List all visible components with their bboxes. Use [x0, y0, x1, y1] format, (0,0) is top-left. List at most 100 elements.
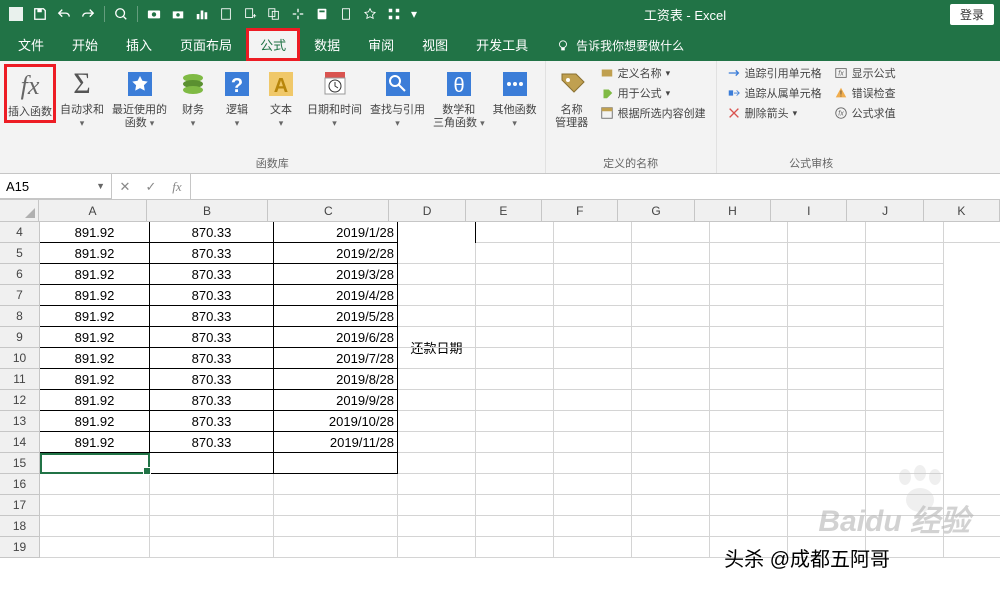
cell[interactable] — [632, 474, 710, 495]
row-header[interactable]: 13 — [0, 411, 40, 432]
cell[interactable] — [788, 306, 866, 327]
cell[interactable]: 870.33 — [150, 327, 274, 348]
autosum-button[interactable]: Σ 自动求和▾ — [56, 64, 108, 132]
cell[interactable]: 2019/9/28 — [274, 390, 398, 411]
create-from-button[interactable]: 根据所选内容创建 — [598, 104, 708, 122]
cell[interactable]: 2019/7/28 — [274, 348, 398, 369]
login-button[interactable]: 登录 — [950, 4, 994, 25]
cell[interactable] — [632, 453, 710, 474]
financial-button[interactable]: 财务▾ — [171, 64, 215, 132]
cell[interactable] — [866, 327, 944, 348]
cell[interactable] — [476, 222, 554, 243]
cell[interactable] — [632, 495, 710, 516]
qat-dropdown-icon[interactable]: ▾ — [408, 4, 420, 24]
row-header[interactable]: 8 — [0, 306, 40, 327]
cell[interactable] — [710, 411, 788, 432]
tab-insert[interactable]: 插入 — [112, 28, 166, 61]
cell[interactable] — [554, 495, 632, 516]
cell[interactable] — [866, 243, 944, 264]
cell[interactable]: 891.92 — [40, 243, 150, 264]
cell[interactable] — [632, 243, 710, 264]
cell[interactable] — [476, 390, 554, 411]
datetime-button[interactable]: 日期和时间▾ — [303, 64, 366, 132]
use-formula-button[interactable]: 用于公式 ▾ — [598, 84, 708, 102]
doc-icon[interactable] — [336, 4, 356, 24]
cell[interactable] — [274, 474, 398, 495]
row-header[interactable]: 11 — [0, 369, 40, 390]
cell[interactable]: 2019/4/28 — [274, 285, 398, 306]
cell[interactable] — [150, 516, 274, 537]
error-check-button[interactable]: !错误检查 — [832, 84, 898, 102]
cell[interactable] — [554, 348, 632, 369]
calc-icon[interactable] — [312, 4, 332, 24]
col-header-K[interactable]: K — [924, 200, 1000, 222]
math-button[interactable]: θ 数学和 三角函数 ▾ — [429, 64, 489, 132]
col-header-E[interactable]: E — [466, 200, 542, 222]
cell[interactable]: 870.33 — [150, 285, 274, 306]
cell[interactable] — [866, 411, 944, 432]
tab-file[interactable]: 文件 — [4, 28, 58, 61]
cell[interactable] — [398, 348, 476, 369]
cell[interactable] — [398, 537, 476, 558]
cell[interactable] — [554, 243, 632, 264]
cell[interactable] — [632, 369, 710, 390]
cell[interactable]: 2019/11/28 — [274, 432, 398, 453]
cell[interactable] — [788, 516, 866, 537]
cell[interactable]: 870.33 — [150, 348, 274, 369]
fx-button[interactable]: fx — [164, 174, 190, 199]
cell[interactable]: 891.92 — [40, 285, 150, 306]
cell[interactable] — [710, 243, 788, 264]
cell[interactable] — [476, 243, 554, 264]
cell[interactable] — [632, 306, 710, 327]
cell[interactable]: 2019/3/28 — [274, 264, 398, 285]
tab-data[interactable]: 数据 — [300, 28, 354, 61]
col-header-A[interactable]: A — [39, 200, 147, 222]
cell[interactable] — [866, 306, 944, 327]
cell[interactable] — [866, 222, 944, 243]
cell[interactable] — [710, 264, 788, 285]
cell[interactable] — [710, 306, 788, 327]
cell[interactable] — [398, 474, 476, 495]
cell[interactable] — [398, 453, 476, 474]
cell[interactable] — [274, 495, 398, 516]
cell[interactable] — [710, 327, 788, 348]
chart-icon[interactable] — [192, 4, 212, 24]
cell[interactable] — [40, 474, 150, 495]
cell[interactable] — [788, 348, 866, 369]
col-header-D[interactable]: D — [389, 200, 465, 222]
cell[interactable]: 891.92 — [40, 306, 150, 327]
cell[interactable] — [788, 222, 866, 243]
cell[interactable] — [554, 285, 632, 306]
show-formulas-button[interactable]: fx显示公式 — [832, 64, 898, 82]
cell[interactable] — [632, 348, 710, 369]
cell[interactable] — [398, 285, 476, 306]
star-icon[interactable] — [360, 4, 380, 24]
cell[interactable] — [632, 264, 710, 285]
cell[interactable] — [274, 453, 398, 474]
cell[interactable]: 891.92 — [40, 327, 150, 348]
tab-review[interactable]: 审阅 — [354, 28, 408, 61]
cell[interactable] — [944, 222, 1000, 243]
cell[interactable] — [554, 411, 632, 432]
cell[interactable] — [554, 537, 632, 558]
text-button[interactable]: A 文本▾ — [259, 64, 303, 132]
cell[interactable] — [398, 516, 476, 537]
cell[interactable]: 2019/2/28 — [274, 243, 398, 264]
cell[interactable] — [788, 390, 866, 411]
cell[interactable]: 2019/8/28 — [274, 369, 398, 390]
tab-view[interactable]: 视图 — [408, 28, 462, 61]
more-button[interactable]: 其他函数▾ — [489, 64, 541, 132]
cell[interactable] — [710, 453, 788, 474]
cell[interactable] — [476, 453, 554, 474]
cell[interactable] — [476, 285, 554, 306]
col-header-C[interactable]: C — [268, 200, 389, 222]
cell[interactable] — [150, 495, 274, 516]
cell[interactable] — [710, 516, 788, 537]
formula-input[interactable] — [191, 174, 1000, 199]
cell[interactable] — [788, 432, 866, 453]
cell[interactable] — [398, 327, 476, 348]
cell[interactable] — [40, 453, 150, 474]
snapshot-icon[interactable] — [168, 4, 188, 24]
cell[interactable]: 891.92 — [40, 222, 150, 243]
cell[interactable] — [788, 495, 866, 516]
